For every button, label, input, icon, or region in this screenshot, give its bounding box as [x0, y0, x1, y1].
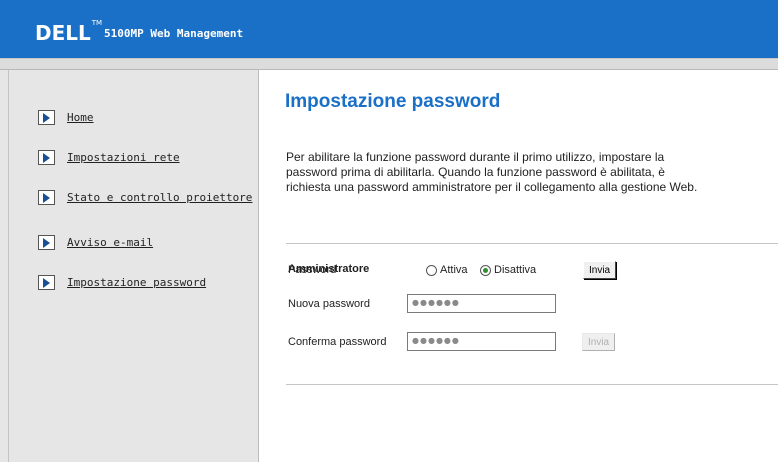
sidebar-item-label[interactable]: Avviso e-mail — [67, 236, 153, 249]
divider-bottom — [286, 384, 778, 385]
app-title: 5100MP Web Management — [104, 27, 244, 40]
arrow-right-icon — [38, 110, 55, 125]
page-description: Per abilitare la funzione password duran… — [286, 150, 698, 194]
sidebar-item-password-setting[interactable]: Impostazione password — [38, 275, 206, 290]
submit-password-mode-button[interactable]: Invia — [583, 261, 617, 279]
sidebar — [0, 70, 259, 462]
confirm-password-label: Conferma password — [288, 336, 387, 348]
sidebar-item-home[interactable]: Home — [38, 110, 94, 125]
arrow-right-icon — [38, 235, 55, 250]
password-label: Password — [288, 264, 337, 276]
page-title: Impostazione password — [285, 91, 501, 112]
arrow-right-icon — [38, 150, 55, 165]
sidebar-item-label[interactable]: Home — [67, 111, 94, 124]
radio-activate[interactable]: Attiva — [426, 264, 468, 276]
radio-activate-label: Attiva — [440, 264, 468, 276]
new-password-label: Nuova password — [288, 298, 370, 310]
sidebar-item-label[interactable]: Stato e controllo proiettore — [67, 191, 252, 204]
radio-selected-icon[interactable] — [480, 264, 491, 276]
sidebar-item-network-settings[interactable]: Impostazioni rete — [38, 150, 180, 165]
sidebar-inner-border — [8, 70, 9, 462]
sidebar-item-projector-status[interactable]: Stato e controllo proiettore — [38, 190, 252, 205]
sidebar-item-email-alert[interactable]: Avviso e-mail — [38, 235, 153, 250]
dell-logo: DELLTM — [35, 19, 103, 45]
divider-top — [286, 243, 778, 244]
radio-deactivate[interactable]: Disattiva — [480, 264, 536, 276]
confirm-password-input[interactable]: ●●●●●● — [407, 332, 556, 351]
radio-deactivate-label: Disattiva — [494, 264, 537, 276]
header-divider-strip — [0, 58, 778, 70]
radio-circle-icon[interactable] — [426, 264, 437, 276]
arrow-right-icon — [38, 275, 55, 290]
arrow-right-icon — [38, 190, 55, 205]
submit-new-password-button[interactable]: Invia — [582, 333, 616, 351]
header-bar: DELLTM 5100MP Web Management — [0, 0, 778, 58]
sidebar-item-label[interactable]: Impostazione password — [67, 276, 206, 289]
new-password-input[interactable]: ●●●●●● — [407, 294, 556, 313]
sidebar-item-label[interactable]: Impostazioni rete — [67, 151, 180, 164]
